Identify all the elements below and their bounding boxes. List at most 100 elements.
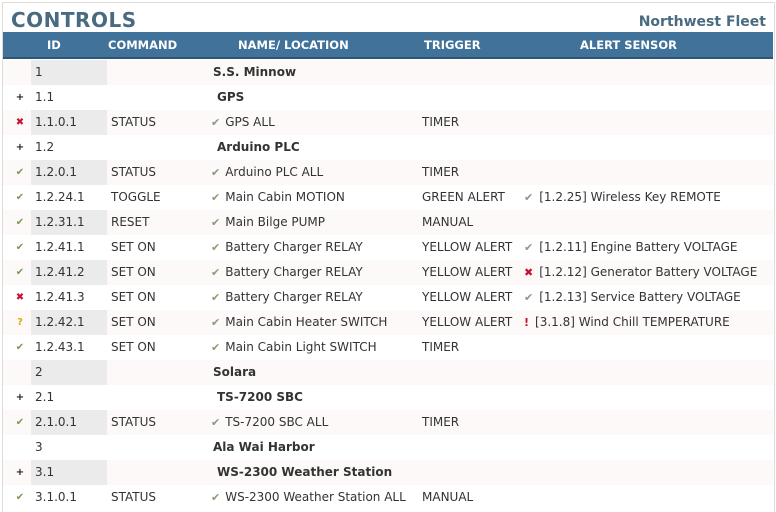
controls-table-body: 1 S.S. Minnow +1.1 GPS ✖ 1.1.0.1 STATUS ✔ GPS AL…: [3, 60, 773, 510]
row-command: SET ON: [111, 265, 156, 279]
check-icon: ✔: [524, 291, 534, 304]
row-name: TS-7200 SBC ALL: [225, 415, 329, 429]
column-header-command[interactable]: COMMAND: [108, 38, 177, 52]
row-alert-sensor: [3.1.8] Wind Chill TEMPERATURE: [535, 315, 730, 329]
group-name: Solara: [213, 365, 257, 379]
check-icon: ✔: [211, 116, 221, 129]
row-id: 1: [31, 60, 107, 85]
row-alert-sensor: [1.2.11] Engine Battery VOLTAGE: [539, 240, 738, 254]
table-row[interactable]: ✔ 1.2.41.2 SET ON ✔ Battery Charger RELAY YEL…: [3, 260, 773, 285]
row-command: SET ON: [111, 240, 156, 254]
error-x-icon: ✖: [15, 117, 25, 128]
check-icon: ✔: [211, 216, 221, 229]
row-id: 1.2.42.1: [31, 310, 107, 335]
row-trigger: MANUAL: [422, 490, 474, 504]
row-id: 2: [31, 360, 107, 385]
expand-plus-icon[interactable]: +: [13, 135, 27, 160]
check-icon: ✔: [15, 217, 25, 228]
row-trigger: TIMER: [422, 415, 460, 429]
row-id: 1.2.41.1: [35, 240, 85, 254]
row-id: 1.2.31.1: [31, 210, 107, 235]
row-name: Main Bilge PUMP: [225, 215, 326, 229]
row-command: STATUS: [111, 165, 157, 179]
check-icon: ✔: [15, 417, 25, 428]
check-icon: ✔: [211, 491, 221, 504]
row-command: STATUS: [111, 115, 157, 129]
table-header: ID COMMAND NAME/ LOCATION TRIGGER ALERT …: [3, 32, 773, 59]
table-row[interactable]: ✖ 1.1.0.1 STATUS ✔ GPS ALL TIMER: [3, 110, 773, 135]
check-icon: ✔: [211, 416, 221, 429]
group-name: S.S. Minnow: [213, 65, 297, 79]
group-name: Arduino PLC: [217, 140, 300, 154]
row-name: GPS ALL: [225, 115, 275, 129]
column-header-trigger[interactable]: TRIGGER: [424, 38, 481, 52]
row-name: Battery Charger RELAY: [225, 290, 363, 304]
check-icon: ✔: [15, 342, 25, 353]
table-row[interactable]: ✖ 1.2.41.3 SET ON ✔ Battery Charger RELAY YEL…: [3, 285, 773, 310]
row-alert-sensor: [1.2.12] Generator Battery VOLTAGE: [539, 265, 758, 279]
row-id: 1.2.43.1: [35, 340, 85, 354]
row-id: 1.2.24.1: [35, 190, 85, 204]
check-icon: ✔: [211, 316, 221, 329]
check-icon: ✔: [15, 267, 25, 278]
table-row[interactable]: ✔ 3.1.0.1 STATUS ✔ WS-2300 Weather Station A…: [3, 485, 773, 510]
expand-plus-icon[interactable]: +: [13, 460, 27, 485]
page-title: CONTROLS: [11, 8, 137, 32]
column-header-alert-sensor[interactable]: ALERT SENSOR: [580, 38, 677, 52]
group-row[interactable]: 3 Ala Wai Harbor: [3, 435, 773, 460]
row-trigger: YELLOW ALERT: [422, 315, 513, 329]
group-name: GPS: [217, 90, 245, 104]
group-name: Ala Wai Harbor: [213, 440, 315, 454]
row-id: 1.2.0.1: [31, 160, 107, 185]
group-row[interactable]: +1.2 Arduino PLC: [3, 135, 773, 160]
row-trigger: MANUAL: [422, 215, 474, 229]
row-id: 1.1: [35, 90, 55, 104]
table-row[interactable]: ✔ 1.2.24.1 TOGGLE ✔ Main Cabin MOTION GREEN A…: [3, 185, 773, 210]
row-name: Battery Charger RELAY: [225, 265, 363, 279]
error-x-icon: ✖: [15, 292, 25, 303]
expand-plus-icon[interactable]: +: [13, 85, 27, 110]
check-icon: ✔: [211, 166, 221, 179]
row-id: 3: [35, 440, 43, 454]
table-row[interactable]: ? 1.2.42.1 SET ON ✔ Main Cabin Heater SWITCH…: [3, 310, 773, 335]
row-command: RESET: [111, 215, 150, 229]
table-row[interactable]: ✔ 1.2.43.1 SET ON ✔ Main Cabin Light SWITCH T…: [3, 335, 773, 360]
check-icon: ✔: [15, 242, 25, 253]
table-row[interactable]: ✔ 1.2.0.1 STATUS ✔ Arduino PLC ALL TIMER: [3, 160, 773, 185]
row-id: 3.1.0.1: [35, 490, 77, 504]
row-id: 2.1: [35, 390, 55, 404]
row-trigger: YELLOW ALERT: [422, 290, 513, 304]
table-row[interactable]: ✔ 2.1.0.1 STATUS ✔ TS-7200 SBC ALL TIMER: [3, 410, 773, 435]
group-name: WS-2300 Weather Station: [217, 465, 393, 479]
row-name: Battery Charger RELAY: [225, 240, 363, 254]
group-row[interactable]: 1 S.S. Minnow: [3, 60, 773, 85]
row-alert-sensor: [1.2.25] Wireless Key REMOTE: [539, 190, 721, 204]
check-icon: ✔: [15, 492, 25, 503]
group-row[interactable]: +1.1 GPS: [3, 85, 773, 110]
check-icon: ✔: [15, 192, 25, 203]
row-command: SET ON: [111, 315, 156, 329]
row-id: 1.1.0.1: [31, 110, 107, 135]
table-row[interactable]: ✔ 1.2.31.1 RESET ✔ Main Bilge PUMP MANUAL: [3, 210, 773, 235]
check-icon: ✔: [524, 191, 534, 204]
row-id: 1.2.41.3: [35, 290, 85, 304]
row-trigger: TIMER: [422, 165, 460, 179]
check-icon: ✔: [211, 291, 221, 304]
check-icon: ✔: [524, 241, 534, 254]
row-trigger: YELLOW ALERT: [422, 240, 513, 254]
row-command: TOGGLE: [111, 190, 161, 204]
row-command: STATUS: [111, 490, 157, 504]
row-id: 1.2: [35, 140, 55, 154]
group-row[interactable]: +2.1 TS-7200 SBC: [3, 385, 773, 410]
column-header-name-location[interactable]: NAME/ LOCATION: [238, 38, 349, 52]
check-icon: ✔: [211, 241, 221, 254]
expand-plus-icon[interactable]: +: [13, 385, 27, 410]
group-row[interactable]: +3.1 WS-2300 Weather Station: [3, 460, 773, 485]
column-header-id[interactable]: ID: [47, 38, 61, 52]
check-icon: ✔: [211, 191, 221, 204]
row-name: WS-2300 Weather Station ALL: [225, 490, 406, 504]
row-trigger: GREEN ALERT: [422, 190, 505, 204]
table-row[interactable]: ✔ 1.2.41.1 SET ON ✔ Battery Charger RELAY YEL…: [3, 235, 773, 260]
row-command: STATUS: [111, 415, 157, 429]
group-row[interactable]: 2 Solara: [3, 360, 773, 385]
